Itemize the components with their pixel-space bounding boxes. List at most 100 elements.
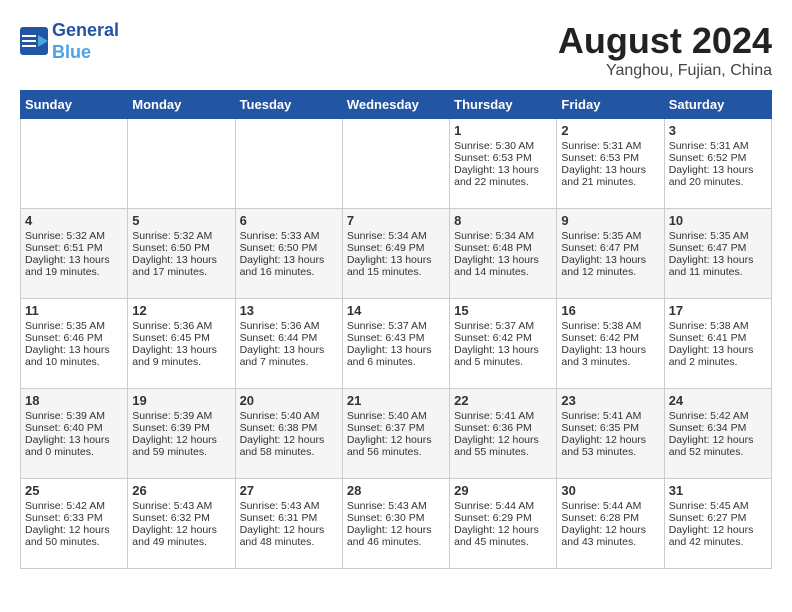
- day-info: Sunset: 6:52 PM: [669, 152, 767, 164]
- day-info: Sunset: 6:53 PM: [454, 152, 552, 164]
- day-info: and 16 minutes.: [240, 266, 338, 278]
- calendar-week-row: 25Sunrise: 5:42 AMSunset: 6:33 PMDayligh…: [21, 479, 772, 569]
- day-of-week-header: Friday: [557, 91, 664, 119]
- day-info: Sunrise: 5:34 AM: [347, 230, 445, 242]
- day-info: Daylight: 13 hours: [454, 164, 552, 176]
- day-number: 18: [25, 393, 123, 408]
- calendar-day-cell: 18Sunrise: 5:39 AMSunset: 6:40 PMDayligh…: [21, 389, 128, 479]
- day-number: 7: [347, 213, 445, 228]
- day-info: Sunrise: 5:43 AM: [132, 500, 230, 512]
- calendar-day-cell: 11Sunrise: 5:35 AMSunset: 6:46 PMDayligh…: [21, 299, 128, 389]
- day-info: Sunset: 6:41 PM: [669, 332, 767, 344]
- day-info: Sunrise: 5:31 AM: [561, 140, 659, 152]
- day-number: 2: [561, 123, 659, 138]
- day-info: and 48 minutes.: [240, 536, 338, 548]
- day-number: 17: [669, 303, 767, 318]
- calendar-day-cell: 9Sunrise: 5:35 AMSunset: 6:47 PMDaylight…: [557, 209, 664, 299]
- day-info: and 45 minutes.: [454, 536, 552, 548]
- calendar-day-cell: 19Sunrise: 5:39 AMSunset: 6:39 PMDayligh…: [128, 389, 235, 479]
- calendar-day-cell: 22Sunrise: 5:41 AMSunset: 6:36 PMDayligh…: [450, 389, 557, 479]
- day-info: Daylight: 12 hours: [454, 524, 552, 536]
- day-info: Sunrise: 5:45 AM: [669, 500, 767, 512]
- calendar-day-cell: 3Sunrise: 5:31 AMSunset: 6:52 PMDaylight…: [664, 119, 771, 209]
- day-info: Sunrise: 5:33 AM: [240, 230, 338, 242]
- day-info: Sunset: 6:29 PM: [454, 512, 552, 524]
- day-info: Daylight: 12 hours: [25, 524, 123, 536]
- day-info: and 42 minutes.: [669, 536, 767, 548]
- day-of-week-header: Monday: [128, 91, 235, 119]
- calendar-day-cell: 7Sunrise: 5:34 AMSunset: 6:49 PMDaylight…: [342, 209, 449, 299]
- calendar-day-cell: 14Sunrise: 5:37 AMSunset: 6:43 PMDayligh…: [342, 299, 449, 389]
- calendar-day-cell: 4Sunrise: 5:32 AMSunset: 6:51 PMDaylight…: [21, 209, 128, 299]
- day-info: Sunrise: 5:43 AM: [240, 500, 338, 512]
- logo: General Blue: [20, 20, 119, 63]
- day-info: Sunset: 6:49 PM: [347, 242, 445, 254]
- day-info: Daylight: 13 hours: [132, 344, 230, 356]
- calendar-day-cell: 12Sunrise: 5:36 AMSunset: 6:45 PMDayligh…: [128, 299, 235, 389]
- day-number: 30: [561, 483, 659, 498]
- day-info: Daylight: 13 hours: [454, 344, 552, 356]
- day-number: 9: [561, 213, 659, 228]
- day-info: Daylight: 13 hours: [132, 254, 230, 266]
- calendar-day-cell: 17Sunrise: 5:38 AMSunset: 6:41 PMDayligh…: [664, 299, 771, 389]
- day-info: Sunrise: 5:44 AM: [561, 500, 659, 512]
- day-info: Sunrise: 5:37 AM: [454, 320, 552, 332]
- day-number: 6: [240, 213, 338, 228]
- day-info: Daylight: 12 hours: [347, 524, 445, 536]
- calendar-day-cell: 31Sunrise: 5:45 AMSunset: 6:27 PMDayligh…: [664, 479, 771, 569]
- location: Yanghou, Fujian, China: [558, 62, 772, 80]
- calendar-day-cell: 26Sunrise: 5:43 AMSunset: 6:32 PMDayligh…: [128, 479, 235, 569]
- day-info: Sunrise: 5:37 AM: [347, 320, 445, 332]
- day-info: Daylight: 12 hours: [561, 524, 659, 536]
- day-info: and 59 minutes.: [132, 446, 230, 458]
- day-info: and 19 minutes.: [25, 266, 123, 278]
- day-number: 10: [669, 213, 767, 228]
- day-of-week-header: Tuesday: [235, 91, 342, 119]
- day-info: Daylight: 13 hours: [454, 254, 552, 266]
- day-info: Daylight: 13 hours: [561, 254, 659, 266]
- day-info: Daylight: 12 hours: [240, 434, 338, 446]
- day-info: and 22 minutes.: [454, 176, 552, 188]
- logo-line1: General: [52, 20, 119, 40]
- day-number: 31: [669, 483, 767, 498]
- day-info: Sunset: 6:39 PM: [132, 422, 230, 434]
- calendar-day-cell: 25Sunrise: 5:42 AMSunset: 6:33 PMDayligh…: [21, 479, 128, 569]
- calendar-day-cell: 21Sunrise: 5:40 AMSunset: 6:37 PMDayligh…: [342, 389, 449, 479]
- day-info: and 55 minutes.: [454, 446, 552, 458]
- calendar-day-cell: 30Sunrise: 5:44 AMSunset: 6:28 PMDayligh…: [557, 479, 664, 569]
- day-info: and 56 minutes.: [347, 446, 445, 458]
- day-number: 12: [132, 303, 230, 318]
- day-info: Daylight: 12 hours: [347, 434, 445, 446]
- day-info: and 6 minutes.: [347, 356, 445, 368]
- calendar-day-cell: 2Sunrise: 5:31 AMSunset: 6:53 PMDaylight…: [557, 119, 664, 209]
- day-info: and 49 minutes.: [132, 536, 230, 548]
- day-info: Daylight: 13 hours: [25, 344, 123, 356]
- day-info: Sunset: 6:42 PM: [454, 332, 552, 344]
- day-info: Sunrise: 5:42 AM: [25, 500, 123, 512]
- calendar-day-cell: 8Sunrise: 5:34 AMSunset: 6:48 PMDaylight…: [450, 209, 557, 299]
- calendar-day-cell: 1Sunrise: 5:30 AMSunset: 6:53 PMDaylight…: [450, 119, 557, 209]
- month-year: August 2024: [558, 20, 772, 62]
- calendar-day-cell: 16Sunrise: 5:38 AMSunset: 6:42 PMDayligh…: [557, 299, 664, 389]
- day-info: Daylight: 12 hours: [561, 434, 659, 446]
- day-info: Daylight: 12 hours: [669, 434, 767, 446]
- day-info: Sunset: 6:40 PM: [25, 422, 123, 434]
- day-number: 21: [347, 393, 445, 408]
- day-of-week-header: Sunday: [21, 91, 128, 119]
- day-info: Daylight: 13 hours: [240, 344, 338, 356]
- day-info: Sunset: 6:50 PM: [132, 242, 230, 254]
- calendar-week-row: 1Sunrise: 5:30 AMSunset: 6:53 PMDaylight…: [21, 119, 772, 209]
- logo-line2: Blue: [52, 42, 91, 62]
- day-info: and 43 minutes.: [561, 536, 659, 548]
- day-number: 15: [454, 303, 552, 318]
- day-number: 25: [25, 483, 123, 498]
- day-number: 29: [454, 483, 552, 498]
- day-of-week-header: Saturday: [664, 91, 771, 119]
- calendar-day-cell: 27Sunrise: 5:43 AMSunset: 6:31 PMDayligh…: [235, 479, 342, 569]
- day-info: Sunset: 6:31 PM: [240, 512, 338, 524]
- calendar-week-row: 11Sunrise: 5:35 AMSunset: 6:46 PMDayligh…: [21, 299, 772, 389]
- calendar-day-cell: 10Sunrise: 5:35 AMSunset: 6:47 PMDayligh…: [664, 209, 771, 299]
- calendar-day-cell: 29Sunrise: 5:44 AMSunset: 6:29 PMDayligh…: [450, 479, 557, 569]
- day-info: Sunset: 6:30 PM: [347, 512, 445, 524]
- day-info: Sunset: 6:32 PM: [132, 512, 230, 524]
